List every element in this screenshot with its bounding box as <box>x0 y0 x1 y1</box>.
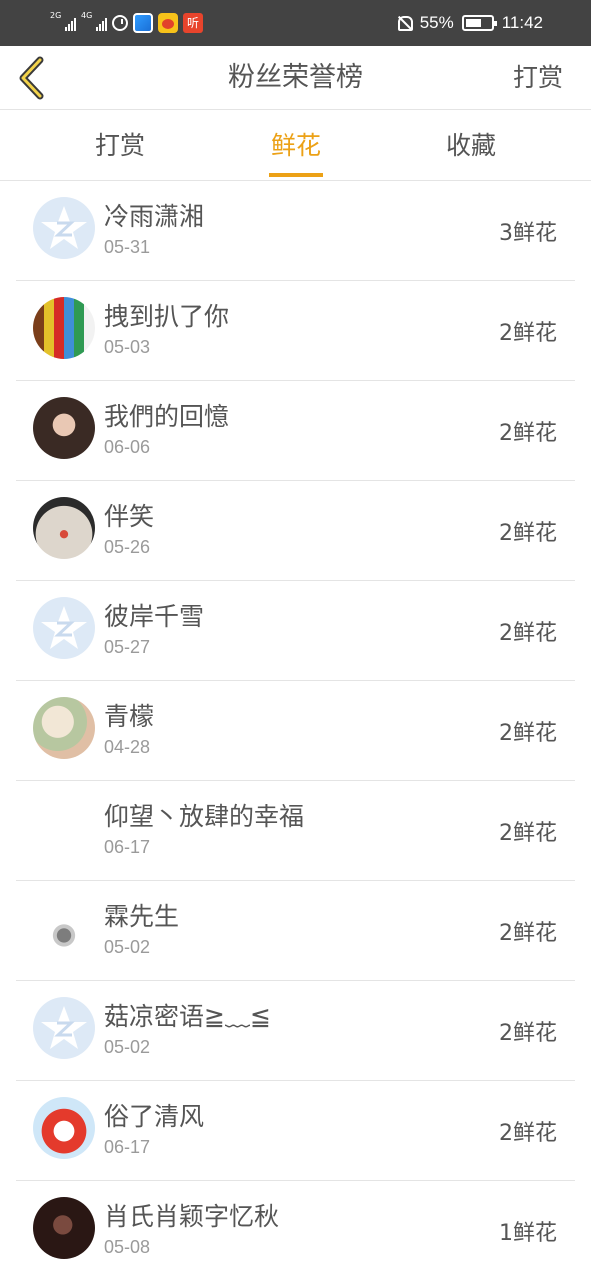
tab-favorites[interactable]: 收藏 <box>421 111 521 181</box>
battery-percent: 55% <box>419 13 454 32</box>
avatar[interactable] <box>33 597 95 659</box>
list-item[interactable]: 拽到扒了你 05-03 2鲜花 <box>0 281 591 381</box>
fan-date: 05-02 <box>104 1037 151 1057</box>
signal-strength-icon: 2G <box>50 11 76 33</box>
flower-count: 2鲜花 <box>499 1121 557 1146</box>
signal-strength-icon: 4G <box>81 11 107 33</box>
clock-time: 11:42 <box>501 13 543 32</box>
list-item[interactable]: 菇凉密语≧﹏≦ 05-02 2鲜花 <box>0 981 591 1081</box>
network-type-label: 4G <box>81 11 93 20</box>
fan-name: 俗了清风 <box>104 1102 205 1131</box>
battery-icon <box>461 15 497 31</box>
flower-count: 2鲜花 <box>499 821 557 846</box>
flower-count: 1鲜花 <box>499 1221 557 1246</box>
avatar[interactable] <box>33 197 95 259</box>
avatar[interactable] <box>33 997 95 1059</box>
avatar[interactable] <box>33 797 95 859</box>
status-icons-left: 2G 4G 听 <box>50 11 203 34</box>
avatar[interactable] <box>33 297 95 359</box>
tab-label: 打赏 <box>94 131 145 160</box>
qq-default-avatar-icon <box>41 206 87 249</box>
fan-date: 04-28 <box>104 737 151 757</box>
active-tab-indicator <box>269 173 323 177</box>
avatar[interactable] <box>33 397 95 459</box>
notifications-muted-icon <box>396 14 413 32</box>
list-item[interactable]: 霖先生 05-02 2鲜花 <box>0 881 591 981</box>
list-item[interactable]: 俗了清风 06-17 2鲜花 <box>0 1081 591 1181</box>
flower-count: 2鲜花 <box>499 621 557 646</box>
flower-count: 3鲜花 <box>499 221 557 246</box>
listen-app-icon: 听 <box>183 13 203 33</box>
game-app-icon <box>158 13 178 33</box>
tab-label: 收藏 <box>445 131 496 160</box>
status-bar: 2G 4G 听 55% 11:42 <box>0 0 591 46</box>
reward-button[interactable]: 打赏 <box>513 46 563 110</box>
flower-count: 2鲜花 <box>499 721 557 746</box>
fan-name: 青檬 <box>104 702 155 731</box>
flower-count: 2鲜花 <box>499 1021 557 1046</box>
fan-name: 菇凉密语≧﹏≦ <box>104 1002 271 1031</box>
tab-reward[interactable]: 打赏 <box>70 111 170 181</box>
list-item[interactable]: 青檬 04-28 2鲜花 <box>0 681 591 781</box>
list-item[interactable]: 仰望丶放肆的幸福 06-17 2鲜花 <box>0 781 591 881</box>
fan-name: 我們的回憶 <box>104 402 230 431</box>
tab-label: 鲜花 <box>270 131 321 160</box>
fan-date: 06-17 <box>104 1137 151 1157</box>
fan-name: 肖氏肖颖字忆秋 <box>104 1202 280 1231</box>
avatar[interactable] <box>33 1097 95 1159</box>
avatar[interactable] <box>33 897 95 959</box>
browser-app-icon <box>133 13 153 33</box>
avatar[interactable] <box>33 497 95 559</box>
fan-name: 仰望丶放肆的幸福 <box>104 802 305 831</box>
flower-count: 2鲜花 <box>499 321 557 346</box>
network-type-label: 2G <box>50 11 62 20</box>
qq-default-avatar-icon <box>41 606 87 649</box>
list-item[interactable]: 冷雨潇湘 05-31 3鲜花 <box>0 181 591 281</box>
flower-count: 2鲜花 <box>499 521 557 546</box>
avatar[interactable] <box>33 697 95 759</box>
page-title: 粉丝荣誉榜 <box>228 62 363 93</box>
list-item[interactable]: 肖氏肖颖字忆秋 05-08 1鲜花 <box>0 1181 591 1280</box>
qq-default-avatar-icon <box>41 1006 87 1049</box>
fan-name: 拽到扒了你 <box>104 302 230 331</box>
fan-date: 05-27 <box>104 637 151 657</box>
navigation-bar: 粉丝荣誉榜 打赏 <box>0 46 591 110</box>
list-item[interactable]: 我們的回憶 06-06 2鲜花 <box>0 381 591 481</box>
fan-date: 06-06 <box>104 437 151 457</box>
fan-name: 霖先生 <box>104 902 180 931</box>
fan-date: 05-26 <box>104 537 151 557</box>
fan-name: 彼岸千雪 <box>104 602 205 631</box>
fan-date: 05-31 <box>104 237 151 257</box>
alarm-clock-icon <box>112 15 128 31</box>
fan-name: 冷雨潇湘 <box>104 202 205 231</box>
flower-count: 2鲜花 <box>499 421 557 446</box>
avatar[interactable] <box>33 1197 95 1259</box>
tab-bar: 打赏 鲜花 收藏 <box>0 111 591 181</box>
flower-count: 2鲜花 <box>499 921 557 946</box>
list-item[interactable]: 伴笑 05-26 2鲜花 <box>0 481 591 581</box>
fan-date: 05-03 <box>104 337 151 357</box>
fan-name: 伴笑 <box>104 502 155 531</box>
status-icons-right: 55% 11:42 <box>396 10 543 36</box>
fan-date: 05-02 <box>104 937 151 957</box>
fan-date: 05-08 <box>104 1237 151 1257</box>
list-item[interactable]: 彼岸千雪 05-27 2鲜花 <box>0 581 591 681</box>
fan-date: 06-17 <box>104 837 151 857</box>
fan-ranking-list: 冷雨潇湘 05-31 3鲜花 拽到扒了你 05-03 2鲜花 我們的回憶 06-… <box>0 181 591 1280</box>
tab-flowers[interactable]: 鲜花 <box>246 111 346 181</box>
